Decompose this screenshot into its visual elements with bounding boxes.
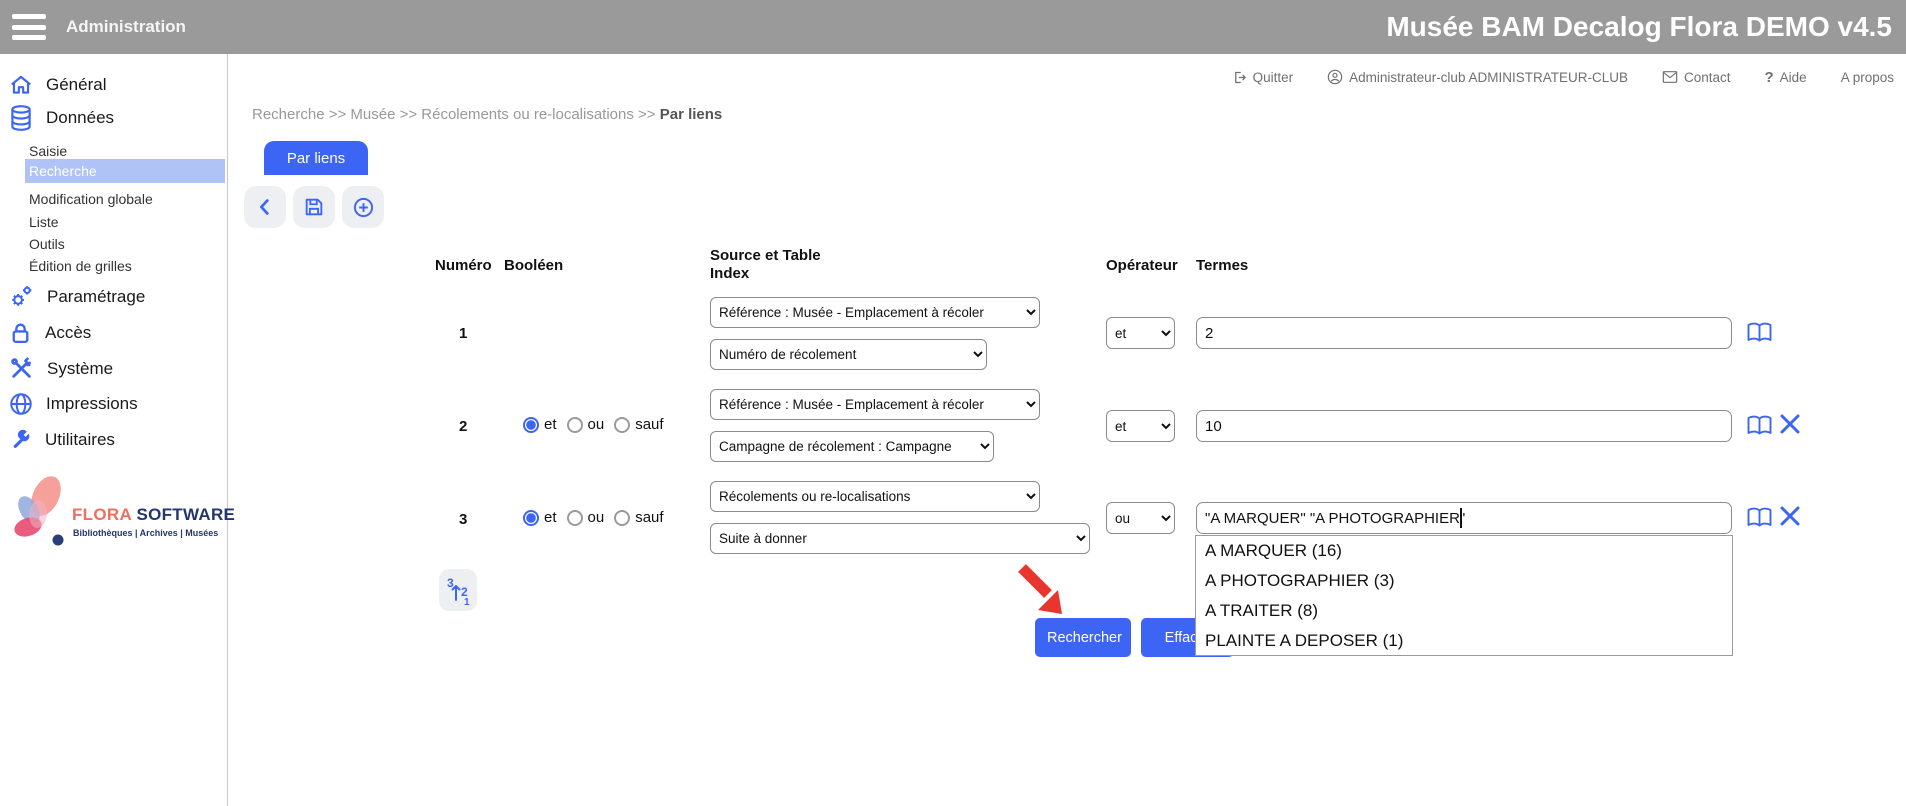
sidebar-item-modification-globale[interactable]: Modification globale: [25, 187, 225, 211]
row1-number: 1: [459, 325, 467, 342]
back-button[interactable]: [244, 186, 286, 228]
save-button[interactable]: [293, 186, 335, 228]
breadcrumb: Recherche >> Musée >> Récolements ou re-…: [252, 106, 722, 123]
row3-source-select[interactable]: Récolements ou re-localisations: [710, 481, 1040, 512]
row2-operator-select[interactable]: et: [1106, 410, 1175, 442]
col-header-booleen: Booléen: [504, 257, 563, 274]
breadcrumb-current: Par liens: [660, 106, 723, 123]
globe-icon: [8, 391, 34, 417]
row3-terms-input[interactable]: [1196, 502, 1732, 534]
row2-delete-button[interactable]: [1778, 412, 1802, 439]
database-icon: [8, 104, 34, 132]
page: Administration Musée BAM Decalog Flora D…: [0, 0, 1906, 806]
flora-logo-text: FLORA SOFTWARE: [72, 505, 235, 525]
row3-index-select[interactable]: Suite à donner: [710, 523, 1090, 554]
aide-link[interactable]: ? Aide: [1765, 69, 1807, 86]
suggestion-item[interactable]: A MARQUER (16): [1196, 536, 1732, 566]
terms-suggestion-panel: A MARQUER (16) A PHOTOGRAPHIER (3) A TRA…: [1195, 535, 1733, 656]
app-title: Musée BAM Decalog Flora DEMO v4.5: [1386, 0, 1892, 54]
sidebar-divider: [227, 54, 228, 806]
row3-number: 3: [459, 511, 467, 528]
plus-circle-icon: [352, 196, 375, 219]
row2-radio-sauf[interactable]: sauf: [614, 416, 663, 433]
user-icon: [1327, 69, 1343, 85]
sidebar-item-utilitaires[interactable]: Utilitaires: [8, 427, 115, 452]
row3-radio-sauf[interactable]: sauf: [614, 509, 663, 526]
sidebar-item-donnees[interactable]: Données: [8, 104, 114, 132]
sidebar-item-impressions[interactable]: Impressions: [8, 391, 138, 417]
row2-radio-et[interactable]: et: [523, 416, 557, 433]
logout-icon: [1232, 70, 1247, 85]
save-icon: [303, 196, 325, 218]
user-account-link[interactable]: Administrateur-club ADMINISTRATEUR-CLUB: [1327, 69, 1628, 85]
row3-radio-et[interactable]: et: [523, 509, 557, 526]
hamburger-menu-icon[interactable]: [12, 14, 46, 40]
flora-logo-flower: [8, 470, 70, 548]
sidebar-item-parametrage[interactable]: Paramétrage: [8, 283, 145, 310]
row3-index-lookup-button[interactable]: [1746, 506, 1773, 532]
row1-index-select[interactable]: Numéro de récolement: [710, 339, 987, 370]
wrench-icon: [8, 427, 33, 452]
question-icon: ?: [1765, 69, 1774, 86]
suggestion-item[interactable]: A TRAITER (8): [1196, 596, 1732, 626]
row2-number: 2: [459, 418, 467, 435]
svg-text:1: 1: [464, 597, 470, 606]
row3-terms-wrapper: [1196, 502, 1732, 534]
chevron-left-icon: [254, 196, 276, 218]
x-icon: [1778, 504, 1802, 528]
row2-boolean-radios: et ou sauf: [523, 416, 664, 433]
col-header-termes: Termes: [1196, 257, 1248, 274]
gears-icon: [8, 283, 35, 310]
sidebar-item-edition-de-grilles[interactable]: Édition de grilles: [25, 254, 225, 278]
open-book-icon: [1746, 321, 1773, 344]
sidebar-item-outils[interactable]: Outils: [25, 232, 225, 256]
col-header-operateur: Opérateur: [1106, 257, 1178, 274]
row1-index-lookup-button[interactable]: [1746, 321, 1773, 347]
row2-terms-input[interactable]: [1196, 410, 1732, 442]
row2-source-select[interactable]: Référence : Musée - Emplacement à récole…: [710, 389, 1040, 420]
row1-operator-select[interactable]: et: [1106, 317, 1175, 349]
lock-icon: [8, 320, 33, 346]
reorder-criteria-button[interactable]: 3 2 1: [439, 569, 477, 611]
row3-boolean-radios: et ou sauf: [523, 509, 664, 526]
sidebar-item-systeme[interactable]: Système: [8, 355, 113, 382]
row3-delete-button[interactable]: [1778, 504, 1802, 531]
col-header-source-table: Source et Table: [710, 247, 821, 264]
open-book-icon: [1746, 414, 1773, 437]
suggestion-item[interactable]: A PHOTOGRAPHIER (3): [1196, 566, 1732, 596]
row3-radio-ou[interactable]: ou: [567, 509, 605, 526]
col-header-index: Index: [710, 265, 749, 282]
envelope-icon: [1662, 70, 1678, 84]
contact-link[interactable]: Contact: [1662, 70, 1731, 85]
top-links-row: Quitter Administrateur-club ADMINISTRATE…: [227, 64, 1894, 90]
sidebar-item-acces[interactable]: Accès: [8, 320, 91, 346]
x-icon: [1778, 412, 1802, 436]
row1-source-select[interactable]: Référence : Musée - Emplacement à récole…: [710, 297, 1040, 328]
home-icon: [8, 72, 34, 98]
row3-operator-select[interactable]: ou: [1106, 502, 1175, 534]
sidebar-item-general[interactable]: Général: [8, 72, 106, 98]
row2-index-lookup-button[interactable]: [1746, 414, 1773, 440]
text-caret: [1460, 508, 1462, 528]
col-header-numero: Numéro: [435, 257, 492, 274]
row2-index-select[interactable]: Campagne de récolement : Campagne: [710, 431, 994, 462]
apropos-link[interactable]: A propos: [1841, 70, 1894, 85]
open-book-icon: [1746, 506, 1773, 529]
sidebar-item-recherche[interactable]: Recherche: [25, 159, 225, 183]
red-annotation-arrow: [1010, 562, 1080, 626]
suggestion-item[interactable]: PLAINTE A DEPOSER (1): [1196, 626, 1732, 656]
quitter-link[interactable]: Quitter: [1232, 70, 1294, 85]
row2-radio-ou[interactable]: ou: [567, 416, 605, 433]
flora-logo-tagline: Bibliothèques | Archives | Musées: [73, 528, 218, 538]
reorder-icon: 3 2 1: [444, 574, 472, 606]
row1-terms-input[interactable]: [1196, 317, 1732, 349]
tools-icon: [8, 355, 35, 382]
tab-par-liens[interactable]: Par liens: [264, 141, 368, 175]
add-criterion-button[interactable]: [342, 186, 384, 228]
app-section-label: Administration: [66, 0, 186, 54]
sidebar-item-liste[interactable]: Liste: [25, 210, 225, 234]
